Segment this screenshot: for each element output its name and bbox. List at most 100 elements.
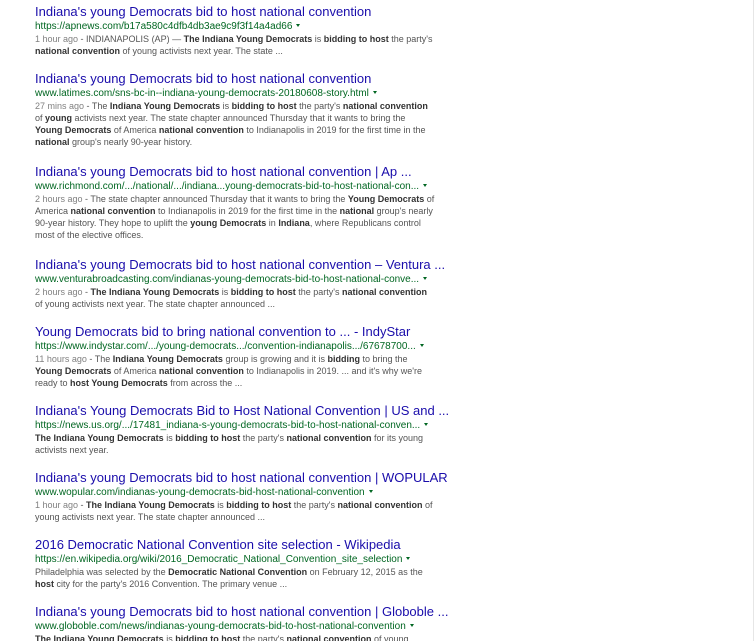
result-title-link[interactable]: 2016 Democratic National Convention site… xyxy=(35,537,435,552)
result-url-row: www.venturabroadcasting.com/indianas-you… xyxy=(35,274,435,286)
snippet-text: is xyxy=(220,101,232,111)
result-title-link[interactable]: Indiana's young Democrats bid to host na… xyxy=(35,71,435,86)
caret-down-icon[interactable] xyxy=(424,423,429,426)
snippet-text: - INDIANAPOLIS (AP) — xyxy=(78,34,184,44)
snippet-text: in xyxy=(266,218,279,228)
snippet-text: of young activists next year. The state … xyxy=(120,46,283,56)
snippet-highlight: The Indiana Young Democrats xyxy=(35,433,164,443)
result-url-row: www.latimes.com/sns-bc-in--indiana-young… xyxy=(35,88,435,100)
result-url: www.latimes.com/sns-bc-in--indiana-young… xyxy=(35,88,369,99)
caret-down-icon[interactable] xyxy=(296,24,301,27)
result-url-row: https://apnews.com/b17a580c4dfb4db3ae9c9… xyxy=(35,21,435,33)
snippet-text: the party's xyxy=(240,433,287,443)
result-title-link[interactable]: Indiana's young Democrats bid to host na… xyxy=(35,4,435,19)
snippet-text: the party's xyxy=(291,500,338,510)
snippet-highlight: The Indiana Young Democrats xyxy=(86,500,215,510)
result-url: www.wopular.com/indianas-young-democrats… xyxy=(35,487,365,498)
result-timestamp: 1 hour ago xyxy=(35,500,79,510)
snippet-highlight: Young Democrats xyxy=(347,194,425,204)
search-result: 2016 Democratic National Convention site… xyxy=(35,537,435,590)
result-url: www.globoble.com/news/indianas-young-dem… xyxy=(35,621,406,632)
result-url: https://apnews.com/b17a580c4dfb4db3ae9c9… xyxy=(35,21,293,32)
snippet-highlight: Indiana Young Democrats xyxy=(112,354,223,364)
snippet-highlight: national convention xyxy=(158,366,244,376)
result-title-link[interactable]: Indiana's young Democrats bid to host na… xyxy=(35,604,448,619)
search-result: Indiana's young Democrats bid to host na… xyxy=(35,164,435,241)
snippet-text: to Indianapolis in 2019 for the first ti… xyxy=(155,206,340,216)
caret-down-icon[interactable] xyxy=(372,91,377,94)
snippet-text: - xyxy=(78,500,87,510)
snippet-text: Philadelphia was selected by the xyxy=(35,567,169,577)
snippet-text: is xyxy=(214,500,227,510)
result-title-link[interactable]: Indiana's young Democrats bid to host na… xyxy=(35,257,445,272)
result-title-link[interactable]: Indiana's Young Democrats Bid to Host Na… xyxy=(35,403,449,418)
snippet-text: city for the party's 2016 Convention. Th… xyxy=(54,579,288,589)
caret-down-icon[interactable] xyxy=(368,490,373,493)
result-snippet: The Indiana Young Democrats is bidding t… xyxy=(35,432,435,456)
caret-down-icon[interactable] xyxy=(423,277,428,280)
snippet-text: the party's xyxy=(240,634,287,641)
caret-down-icon[interactable] xyxy=(406,557,411,560)
snippet-highlight: national xyxy=(35,137,70,147)
snippet-highlight: host xyxy=(35,579,54,589)
result-url: https://www.indystar.com/.../young-democ… xyxy=(35,341,416,352)
result-snippet: 1 hour ago - The Indiana Young Democrats… xyxy=(35,499,435,523)
result-url: https://news.us.org/.../17481_indiana-s-… xyxy=(35,420,421,431)
search-result: Indiana's young Democrats bid to host na… xyxy=(35,71,435,148)
snippet-text: the party's xyxy=(295,287,342,297)
snippet-highlight: national convention xyxy=(337,500,423,510)
caret-down-icon[interactable] xyxy=(423,184,428,187)
snippet-highlight: Indiana Young Democrats xyxy=(109,101,221,111)
snippet-text: of young xyxy=(371,634,409,641)
snippet-highlight: national convention xyxy=(286,433,372,443)
result-url-row: www.wopular.com/indianas-young-democrats… xyxy=(35,487,435,499)
snippet-text: is xyxy=(219,287,231,297)
snippet-text: - The xyxy=(86,354,113,364)
result-title-link[interactable]: Indiana's young Democrats bid to host na… xyxy=(35,470,448,485)
snippet-text: is xyxy=(163,634,176,641)
snippet-text: of America xyxy=(111,125,159,135)
snippet-highlight: The Indiana Young Democrats xyxy=(183,34,313,44)
snippet-text: the party's xyxy=(296,101,343,111)
snippet-highlight: Young Democrats xyxy=(35,125,112,135)
caret-down-icon[interactable] xyxy=(419,344,424,347)
snippet-highlight: The Indiana Young Democrats xyxy=(90,287,220,297)
snippet-text: group is growing and it is xyxy=(222,354,328,364)
snippet-highlight: bidding xyxy=(327,354,361,364)
result-url: https://en.wikipedia.org/wiki/2016_Democ… xyxy=(35,554,403,565)
snippet-highlight: Indiana xyxy=(278,218,310,228)
snippet-text: - xyxy=(82,287,91,297)
snippet-highlight: bidding to host xyxy=(231,101,297,111)
snippet-highlight: host Young Democrats xyxy=(70,378,168,388)
search-result: Indiana's young Democrats bid to host na… xyxy=(35,604,448,641)
result-url-row: www.richmond.com/.../national/.../indian… xyxy=(35,181,435,193)
result-title-link[interactable]: Young Democrats bid to bring national co… xyxy=(35,324,435,339)
snippet-highlight: young xyxy=(45,113,73,123)
result-url: www.richmond.com/.../national/.../indian… xyxy=(35,181,420,192)
result-snippet: 11 hours ago - The Indiana Young Democra… xyxy=(35,353,435,389)
search-result: Indiana's young Democrats bid to host na… xyxy=(35,257,445,310)
snippet-highlight: Democratic National Convention xyxy=(168,567,308,577)
snippet-text: of America xyxy=(111,366,159,376)
result-snippet: Philadelphia was selected by the Democra… xyxy=(35,566,435,590)
snippet-text: is xyxy=(163,433,176,443)
snippet-highlight: The Indiana Young Democrats xyxy=(35,634,164,641)
snippet-highlight: national convention xyxy=(286,634,372,641)
snippet-highlight: national convention xyxy=(70,206,156,216)
snippet-highlight: national convention xyxy=(342,287,428,297)
snippet-text: group's nearly 90-year history. xyxy=(69,137,193,147)
search-result: Indiana's young Democrats bid to host na… xyxy=(35,470,448,523)
search-result: Young Democrats bid to bring national co… xyxy=(35,324,435,389)
caret-down-icon[interactable] xyxy=(409,624,414,627)
snippet-highlight: bidding to host xyxy=(175,433,241,443)
search-result: Indiana's Young Democrats Bid to Host Na… xyxy=(35,403,449,456)
result-title-link[interactable]: Indiana's young Democrats bid to host na… xyxy=(35,164,435,179)
snippet-text: the party's xyxy=(388,34,433,44)
result-url-row: www.globoble.com/news/indianas-young-dem… xyxy=(35,621,435,633)
snippet-highlight: national xyxy=(339,206,375,216)
result-timestamp: 27 mins ago xyxy=(35,101,85,111)
result-snippet: 1 hour ago - INDIANAPOLIS (AP) — The Ind… xyxy=(35,33,435,57)
snippet-text: of young activists next year. The state … xyxy=(35,299,275,309)
result-url-row: https://www.indystar.com/.../young-democ… xyxy=(35,341,435,353)
result-timestamp: 2 hours ago xyxy=(35,287,83,297)
